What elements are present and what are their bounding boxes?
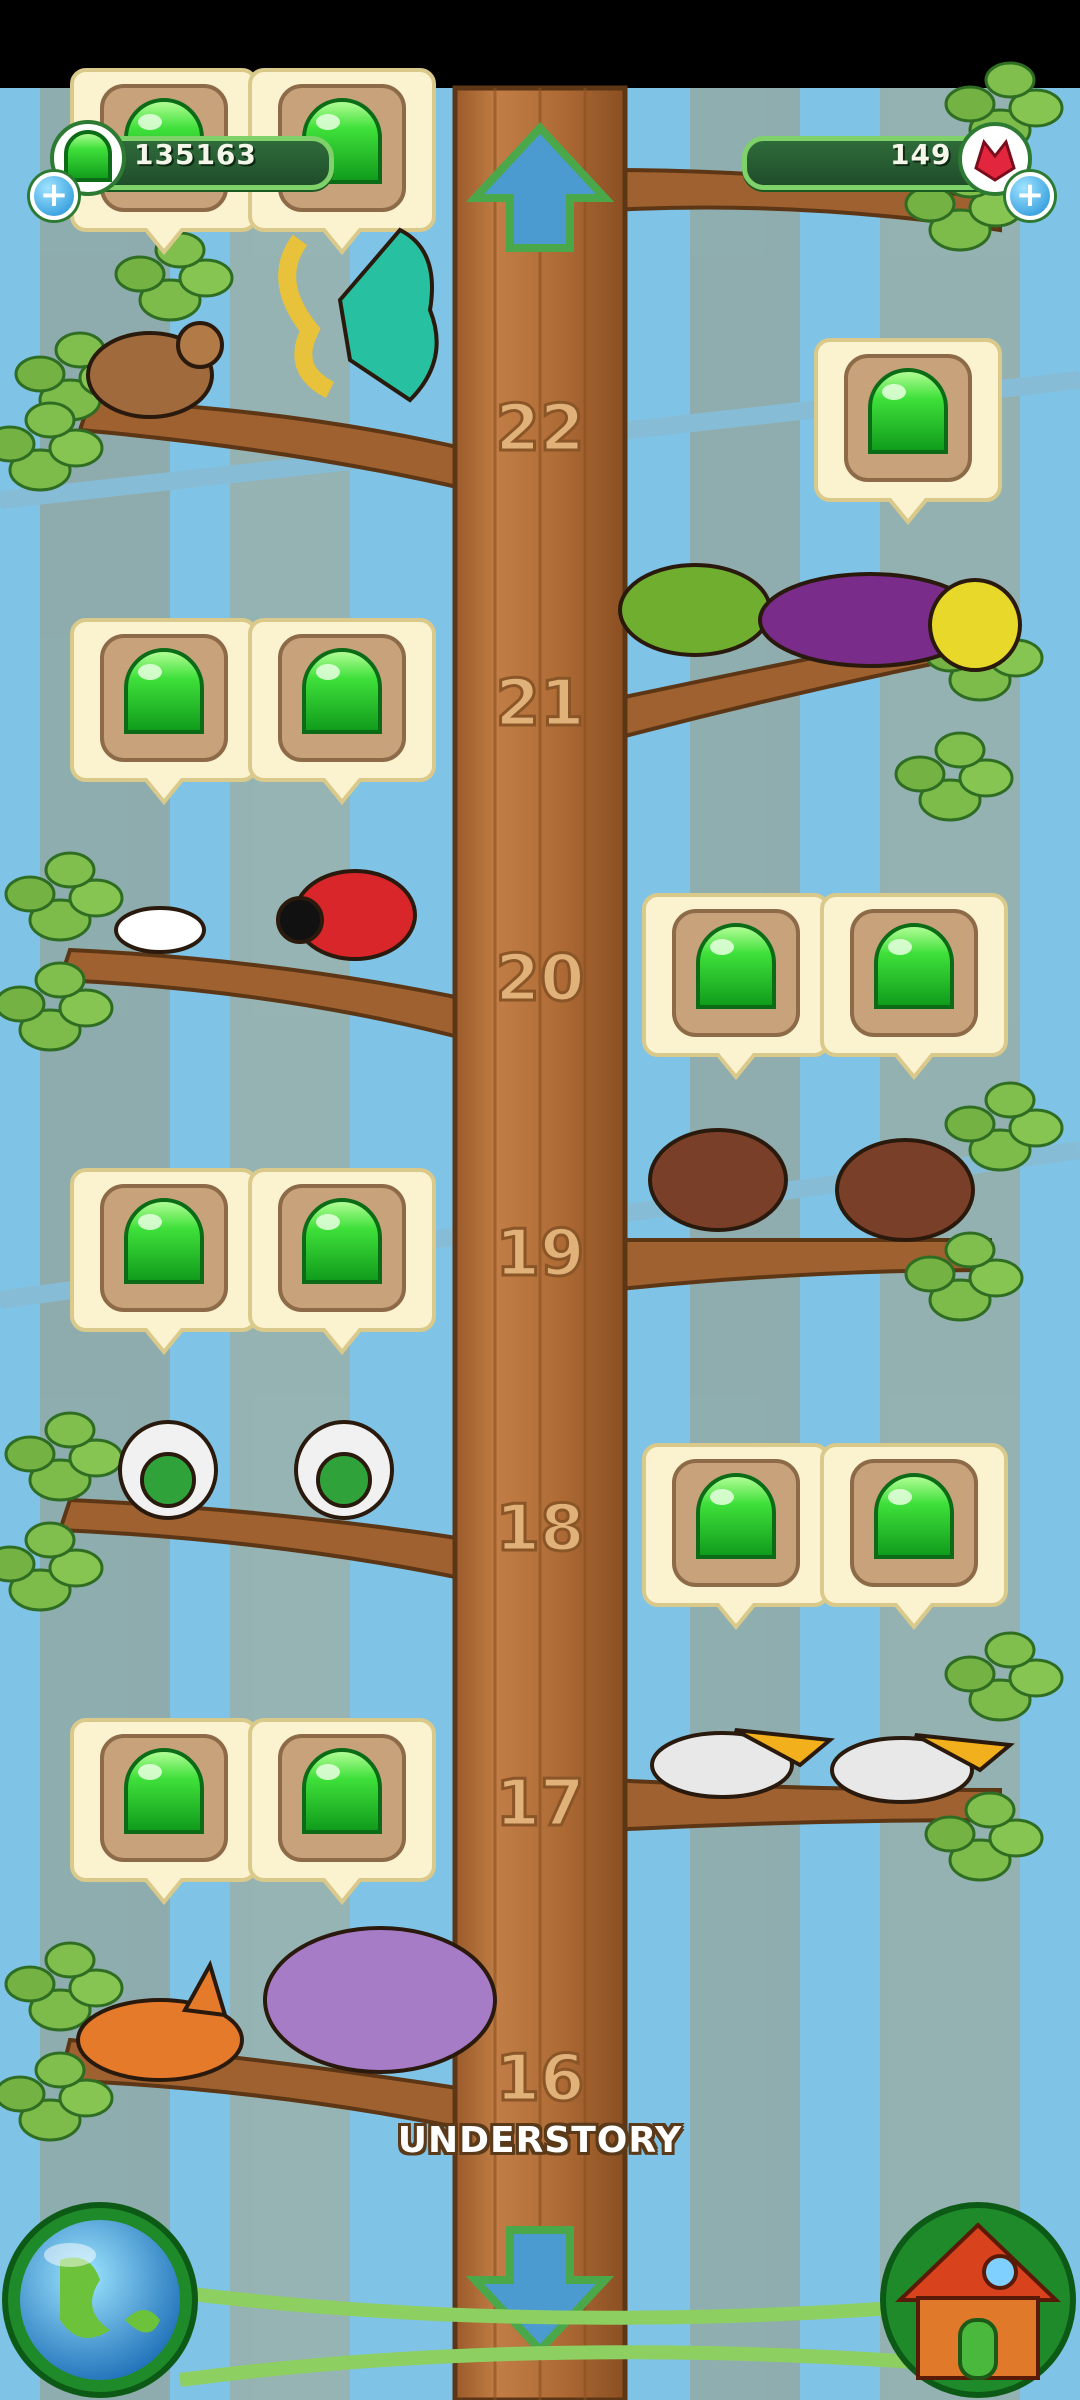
gem-slot[interactable]: [820, 1443, 1008, 1629]
gem-slot[interactable]: [820, 893, 1008, 1079]
turtle[interactable]: [618, 563, 772, 657]
floor-number-21: 21: [495, 667, 584, 741]
floor-number-22: 22: [495, 392, 584, 466]
add-crystals-button[interactable]: +: [1006, 172, 1054, 220]
koi-fish[interactable]: [114, 906, 206, 954]
gem-slot[interactable]: [642, 1443, 830, 1629]
gem-slot[interactable]: [642, 893, 830, 1079]
add-gems-button[interactable]: +: [30, 172, 78, 220]
world-map-button[interactable]: [2, 2202, 198, 2398]
crystal-count: 149: [890, 138, 952, 171]
region-label: UNDERSTORY: [397, 2120, 683, 2161]
hippo[interactable]: [263, 1926, 497, 2074]
floor-number-18: 18: [495, 1492, 584, 1566]
floor-number-20: 20: [495, 942, 584, 1016]
gem-slot[interactable]: [70, 618, 258, 804]
floor-number-19: 19: [495, 1217, 584, 1291]
gem-slot[interactable]: [248, 1718, 436, 1904]
globe-icon: [20, 2220, 180, 2380]
boar[interactable]: [648, 1128, 788, 1232]
gem-slot[interactable]: [248, 618, 436, 804]
floor-number-16: 16: [495, 2042, 584, 2116]
home-button[interactable]: [880, 2202, 1076, 2398]
gem-count: 135163: [134, 138, 257, 171]
gem-slot[interactable]: [248, 1168, 436, 1354]
gem-slot[interactable]: [70, 1168, 258, 1354]
gem-slot[interactable]: [70, 1718, 258, 1904]
game-scene: 22 21 20 19 18 17 16: [0, 61, 1080, 2400]
floor-number-17: 17: [495, 1767, 584, 1841]
boar[interactable]: [835, 1138, 975, 1242]
gem-slot[interactable]: [814, 338, 1002, 524]
